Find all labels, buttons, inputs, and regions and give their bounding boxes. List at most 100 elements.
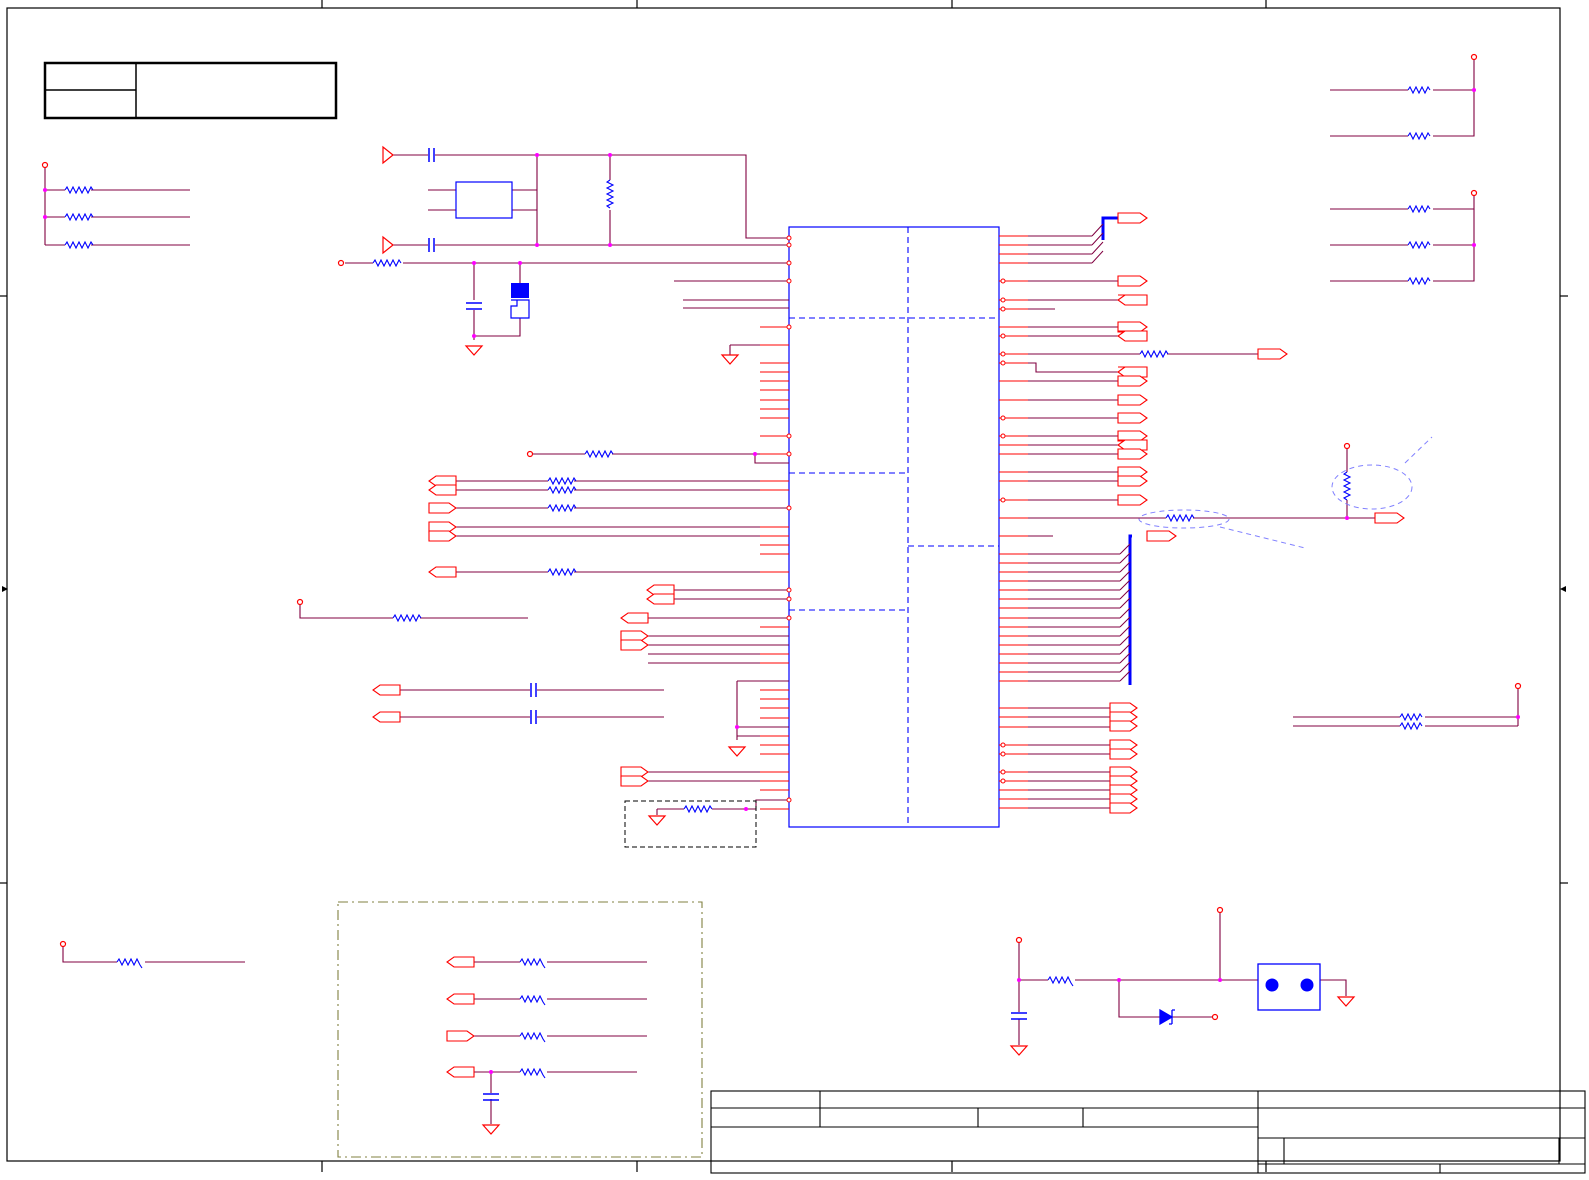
resistor	[519, 957, 546, 969]
ground-icon	[1009, 1045, 1029, 1056]
net-connector	[1109, 748, 1138, 760]
resistor	[372, 258, 402, 268]
power-point	[526, 450, 534, 458]
resistor	[519, 994, 546, 1006]
junctions	[43, 88, 1520, 1074]
resistor	[64, 212, 94, 222]
sheet-frame	[0, 0, 1568, 1172]
power-point	[1015, 936, 1023, 944]
net-connector	[428, 566, 457, 578]
resistor	[683, 804, 713, 814]
zener-diode	[1159, 1008, 1175, 1026]
net-connector	[372, 711, 401, 723]
resistor	[1047, 975, 1074, 987]
resistor	[547, 503, 577, 513]
net-connector	[620, 612, 649, 624]
resistor	[116, 957, 143, 969]
capacitor	[466, 302, 482, 310]
resistor	[1407, 276, 1431, 286]
net-connector	[1117, 375, 1148, 387]
two-pin-connector[interactable]	[1257, 963, 1321, 1011]
power-point	[41, 161, 49, 169]
power-point	[1211, 1013, 1219, 1021]
ground-icon	[1336, 996, 1356, 1007]
net-connector	[1117, 412, 1148, 424]
capacitor	[428, 238, 435, 252]
resistor	[1399, 721, 1423, 731]
net-connector	[1117, 394, 1148, 406]
ground-icon	[382, 145, 394, 165]
resistor	[1165, 513, 1195, 523]
resistors	[64, 85, 1431, 1079]
main-ic-right-pins	[999, 235, 1028, 809]
ground-icon	[727, 746, 747, 757]
resistor	[547, 485, 577, 495]
power-point	[337, 259, 345, 267]
main-ic-left-pins	[760, 237, 789, 810]
capacitor	[428, 148, 435, 162]
capacitor	[530, 683, 537, 697]
net-connector	[428, 484, 457, 496]
net-connector	[446, 956, 475, 968]
net-connector	[1109, 802, 1138, 814]
power-point	[1514, 682, 1522, 690]
resistor	[1399, 712, 1423, 722]
resistor	[1342, 471, 1352, 501]
net-connectors	[372, 212, 1405, 1078]
resistor	[1407, 131, 1431, 141]
capacitor	[1011, 1012, 1027, 1020]
net-connector	[428, 530, 457, 542]
resistor	[1407, 240, 1431, 250]
net-connector	[428, 502, 457, 514]
power-point	[1216, 906, 1224, 914]
resistor	[1139, 349, 1169, 359]
net-connector	[1117, 294, 1148, 306]
power-points	[41, 53, 1522, 1021]
crystal	[455, 181, 513, 219]
pin-circles	[786, 235, 1006, 803]
resistor	[605, 179, 615, 209]
power-point	[1470, 53, 1478, 61]
ground-icon	[382, 235, 394, 255]
main-ic[interactable]	[788, 226, 1000, 828]
net-connector	[1117, 330, 1148, 342]
net-connector	[1109, 720, 1138, 732]
net-connector	[446, 1066, 475, 1078]
resistor	[1407, 204, 1431, 214]
net-connector	[1117, 448, 1148, 460]
schematic-diagram	[0, 0, 1586, 1174]
net-connector	[446, 993, 475, 1005]
resistor	[64, 240, 94, 250]
power-point	[296, 598, 304, 606]
net-connector	[1117, 212, 1148, 224]
right-arrow-marker	[1560, 586, 1566, 592]
resistor	[584, 449, 614, 459]
ground-icon	[464, 345, 484, 356]
ground-icon	[481, 1124, 501, 1135]
net-connector	[646, 593, 675, 605]
net-connector	[1257, 348, 1288, 360]
annotations	[1138, 436, 1433, 549]
net-connector	[1374, 512, 1405, 524]
dashed-group-box-large	[337, 901, 703, 1158]
net-connector	[1117, 494, 1148, 506]
ground-icon	[720, 354, 740, 365]
power-point	[59, 940, 67, 948]
resistor	[547, 567, 577, 577]
net-connector	[1146, 530, 1177, 542]
legend-box	[43, 61, 338, 120]
power-point	[1470, 189, 1478, 197]
capacitor	[530, 710, 537, 724]
net-connector	[372, 684, 401, 696]
jumper	[510, 283, 530, 319]
resistor	[64, 185, 94, 195]
net-connector	[1117, 275, 1148, 287]
net-connector	[446, 1030, 475, 1042]
net-connector	[620, 639, 649, 651]
net-connector	[620, 775, 649, 787]
net-connector	[1117, 475, 1148, 487]
resistor	[519, 1031, 546, 1043]
resistor	[1407, 85, 1431, 95]
ground-icon	[647, 815, 667, 826]
power-point	[1343, 442, 1351, 450]
